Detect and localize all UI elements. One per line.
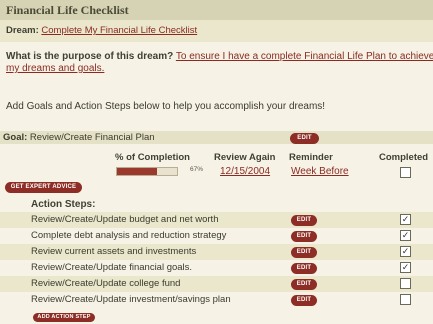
action-step-text: Review/Create/Update investment/savings … xyxy=(31,294,231,305)
dream-line: Dream: Complete My Financial Life Checkl… xyxy=(6,25,197,36)
step-completed-checkbox[interactable]: ✓ xyxy=(400,214,411,225)
purpose-answer-link[interactable]: To ensure I have a complete Financial Li… xyxy=(176,51,433,62)
action-step-text: Complete debt analysis and reduction str… xyxy=(31,230,227,241)
goal-completed-checkbox[interactable] xyxy=(400,167,411,178)
action-steps-label: Action Steps: xyxy=(31,199,96,210)
step-completed-checkbox[interactable] xyxy=(400,294,411,305)
step-completed-checkbox[interactable]: ✓ xyxy=(400,246,411,257)
action-step-text: Review/Create/Update college fund xyxy=(31,278,181,289)
action-step-row: Review/Create/Update budget and net wort… xyxy=(0,212,433,228)
purpose-answer-continued[interactable]: my dreams and goals. xyxy=(6,63,104,74)
intro-text: Add Goals and Action Steps below to help… xyxy=(6,101,326,112)
review-date-link[interactable]: 12/15/2004 xyxy=(220,166,270,177)
completed-header: Completed xyxy=(379,152,429,163)
purpose-line: What is the purpose of this dream? To en… xyxy=(6,51,433,62)
action-step-row: Review current assets and investments ED… xyxy=(0,244,433,260)
step-edit-button[interactable]: EDIT xyxy=(291,279,317,290)
action-step-text: Review current assets and investments xyxy=(31,246,197,257)
purpose-question: What is the purpose of this dream? xyxy=(6,51,174,62)
action-step-row: Review/Create/Update investment/savings … xyxy=(0,292,433,308)
reminder-link[interactable]: Week Before xyxy=(291,166,349,177)
step-edit-button[interactable]: EDIT xyxy=(291,247,317,258)
completion-progress-bar xyxy=(116,167,178,176)
step-completed-checkbox[interactable] xyxy=(400,278,411,289)
step-edit-button[interactable]: EDIT xyxy=(291,215,317,226)
dream-label: Dream: xyxy=(6,25,39,36)
step-edit-button[interactable]: EDIT xyxy=(291,263,317,274)
dream-link[interactable]: Complete My Financial Life Checklist xyxy=(41,25,197,36)
completion-progress-fill xyxy=(117,168,158,175)
action-step-row: Review/Create/Update college fund EDIT xyxy=(0,276,433,292)
action-step-text: Review/Create/Update financial goals. xyxy=(31,262,193,273)
action-step-row: Complete debt analysis and reduction str… xyxy=(0,228,433,244)
action-step-text: Review/Create/Update budget and net wort… xyxy=(31,214,219,225)
goal-line: Goal: Review/Create Financial Plan xyxy=(3,132,155,143)
review-header: Review Again xyxy=(214,152,276,163)
goal-name: Review/Create Financial Plan xyxy=(29,132,155,143)
goal-edit-button[interactable]: EDIT xyxy=(290,133,319,144)
goal-label: Goal: xyxy=(3,132,28,143)
reminder-header: Reminder xyxy=(289,152,333,163)
completion-percent: 67% xyxy=(190,166,204,173)
step-edit-button[interactable]: EDIT xyxy=(291,295,317,306)
step-edit-button[interactable]: EDIT xyxy=(291,231,317,242)
step-completed-checkbox[interactable]: ✓ xyxy=(400,230,411,241)
step-completed-checkbox[interactable]: ✓ xyxy=(400,262,411,273)
add-action-step-button[interactable]: ADD ACTION STEP xyxy=(33,313,95,322)
page-title: Financial Life Checklist xyxy=(0,0,433,20)
completion-header: % of Completion xyxy=(115,152,190,163)
action-step-row: Review/Create/Update financial goals. ED… xyxy=(0,260,433,276)
get-expert-advice-button[interactable]: GET EXPERT ADVICE xyxy=(5,182,82,193)
